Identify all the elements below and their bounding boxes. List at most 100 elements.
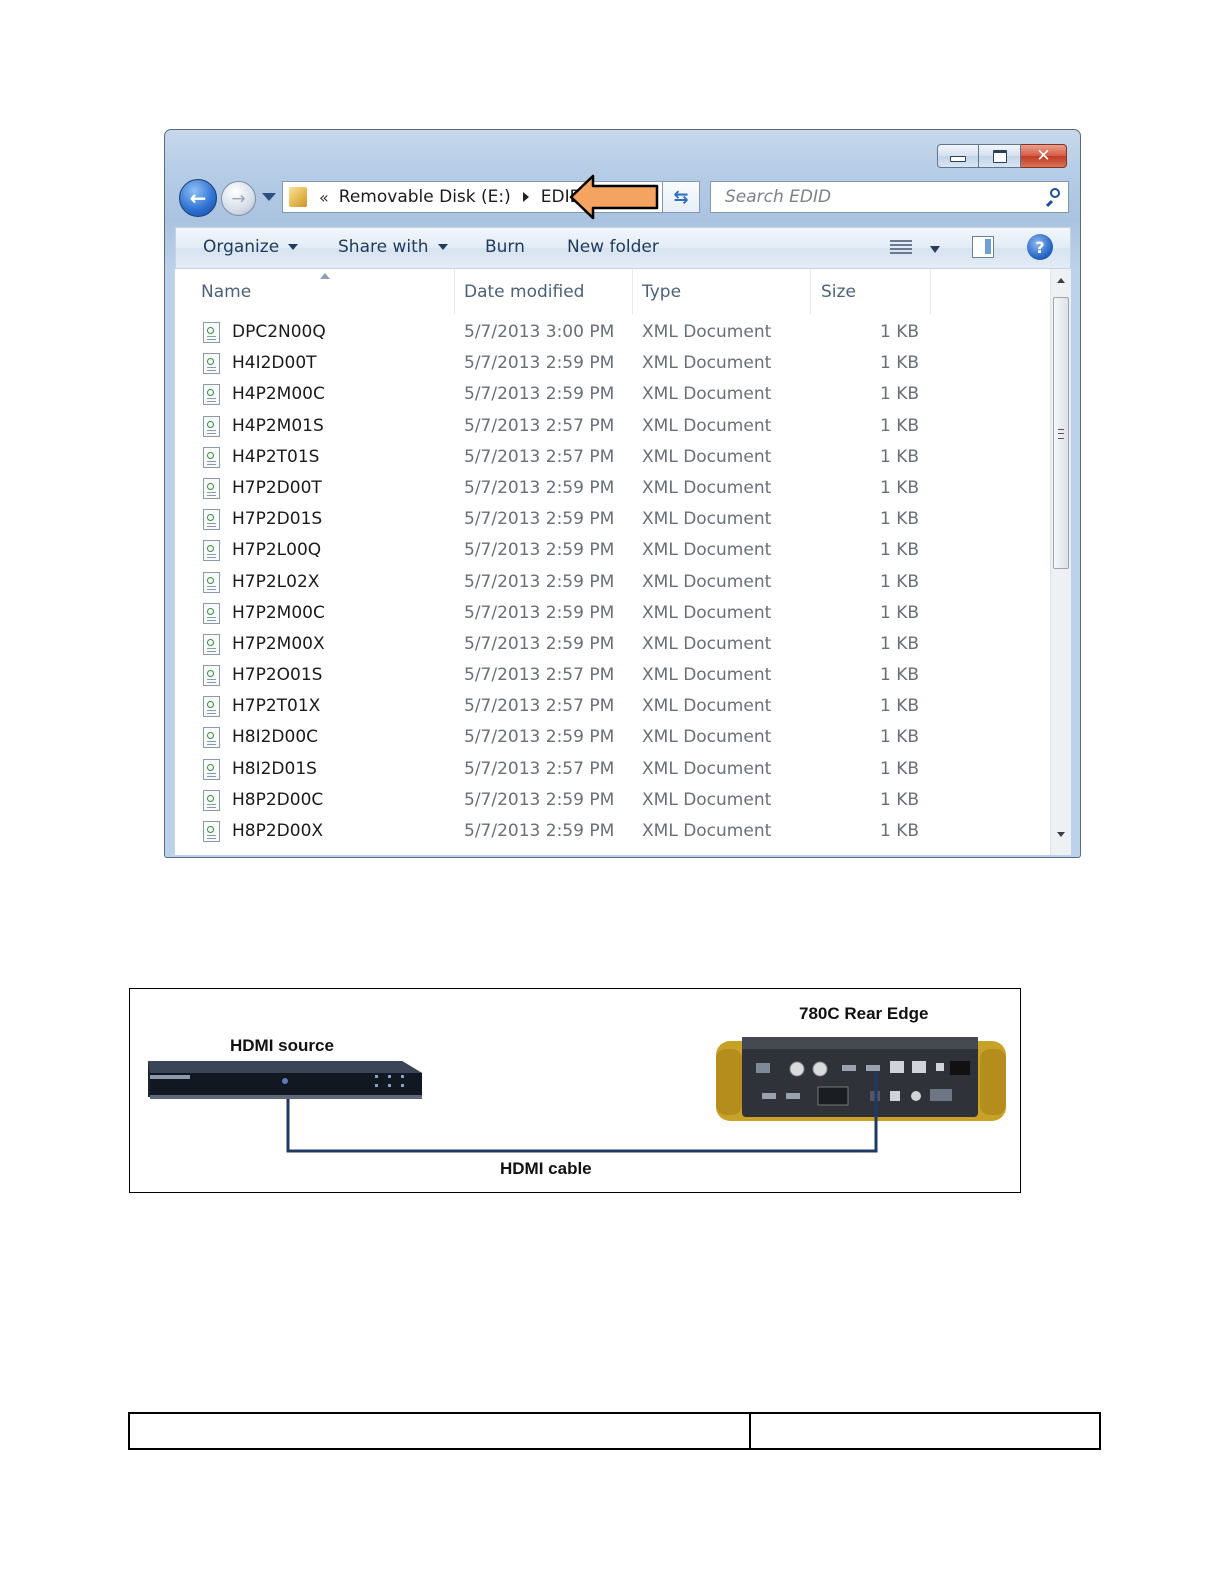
xml-file-icon — [203, 821, 220, 842]
file-name: H8P2D00X — [232, 821, 324, 841]
file-row[interactable]: H4P2M01S 5/7/2013 2:57 PM XML Document 1 KB — [175, 412, 1050, 443]
file-type: XML Document — [642, 384, 772, 405]
file-size: 1 KB — [879, 509, 919, 530]
search-icon[interactable] — [1045, 188, 1060, 208]
column-header-type[interactable]: Type — [633, 269, 811, 314]
file-date-modified: 5/7/2013 2:57 PM — [464, 415, 615, 436]
file-row[interactable]: H7P2T01X 5/7/2013 2:57 PM XML Document 1 KB — [175, 692, 1050, 723]
file-name: H4P2M01S — [232, 415, 324, 436]
file-name: H8P2D00C — [232, 789, 324, 810]
footer-table-cell-right — [751, 1414, 1099, 1448]
file-size: 1 KB — [879, 477, 919, 498]
explorer-window: ✕ ← → « Removable Disk (E:) EDID ⇆ Organ… — [164, 129, 1081, 858]
forward-button[interactable]: → — [221, 181, 256, 216]
scrollbar-thumb[interactable] — [1053, 297, 1069, 569]
xml-file-icon — [203, 509, 220, 531]
file-date-modified: 5/7/2013 2:59 PM — [464, 727, 615, 748]
file-type: XML Document — [642, 602, 772, 623]
new-folder-label: New folder — [567, 237, 659, 257]
bluray-player-image — [148, 1061, 422, 1099]
file-row[interactable]: H4I2D00T 5/7/2013 2:59 PM XML Document 1 KB — [175, 349, 1050, 380]
burn-button[interactable]: Burn — [485, 237, 525, 257]
scroll-up-icon[interactable] — [1057, 278, 1065, 283]
chevron-down-icon — [288, 244, 299, 250]
minimize-icon — [950, 156, 966, 162]
xml-file-icon — [203, 602, 220, 624]
share-with-label: Share with — [338, 237, 429, 257]
xml-file-icon — [203, 384, 220, 406]
file-name: H8I2D00C — [232, 727, 319, 748]
search-input[interactable] — [723, 186, 1027, 208]
window-caption-buttons: ✕ — [937, 144, 1067, 168]
file-row[interactable]: H8I2D00C 5/7/2013 2:59 PM XML Document 1 KB — [175, 723, 1050, 754]
organize-label: Organize — [203, 237, 280, 257]
file-row[interactable]: DPC2N00Q 5/7/2013 3:00 PM XML Document 1 KB — [175, 318, 1050, 349]
file-date-modified: 5/7/2013 2:59 PM — [464, 509, 615, 530]
recent-pages-dropdown[interactable] — [262, 193, 276, 201]
search-box[interactable] — [710, 181, 1069, 213]
file-type: XML Document — [642, 665, 772, 686]
column-size-label: Size — [821, 281, 856, 302]
vertical-scrollbar[interactable] — [1050, 269, 1071, 855]
column-header-date[interactable]: Date modified — [455, 269, 633, 314]
file-row[interactable]: H4P2M00C 5/7/2013 2:59 PM XML Document 1 KB — [175, 380, 1050, 411]
share-with-menu[interactable]: Share with — [338, 237, 448, 257]
maximize-button[interactable] — [979, 144, 1021, 168]
file-row[interactable]: H7P2D00T 5/7/2013 2:59 PM XML Document 1 KB — [175, 474, 1050, 505]
file-row[interactable]: H8P2D00X 5/7/2013 2:59 PM XML Document 1 KB — [175, 817, 1050, 848]
file-name: H7P2D01S — [232, 509, 323, 530]
xml-file-icon — [203, 477, 220, 499]
file-row[interactable]: H7P2O01S 5/7/2013 2:57 PM XML Document 1 KB — [175, 661, 1050, 692]
file-type: XML Document — [642, 446, 772, 467]
column-date-label: Date modified — [464, 281, 585, 302]
minimize-button[interactable] — [937, 144, 979, 168]
file-size: 1 KB — [879, 727, 919, 748]
file-size: 1 KB — [879, 446, 919, 467]
file-row[interactable]: H7P2D01S 5/7/2013 2:59 PM XML Document 1 KB — [175, 505, 1050, 536]
file-size: 1 KB — [879, 353, 919, 374]
burn-label: Burn — [485, 237, 525, 257]
scroll-down-icon[interactable] — [1057, 832, 1065, 837]
file-type: XML Document — [642, 633, 772, 654]
file-type: XML Document — [642, 415, 772, 436]
command-bar: Organize Share with Burn New folder ? — [175, 227, 1071, 269]
file-size: 1 KB — [879, 540, 919, 561]
file-type: XML Document — [642, 727, 772, 748]
xml-file-icon — [203, 696, 220, 718]
organize-menu[interactable]: Organize — [203, 237, 299, 257]
file-row[interactable]: H4P2T01S 5/7/2013 2:57 PM XML Document 1 KB — [175, 443, 1050, 474]
file-row[interactable]: H7P2L02X 5/7/2013 2:59 PM XML Document 1 KB — [175, 568, 1050, 599]
column-header-row: Name Date modified Type Size — [175, 269, 1050, 314]
column-type-label: Type — [642, 281, 682, 302]
file-type: XML Document — [642, 789, 772, 810]
file-row[interactable]: H8P2D00C 5/7/2013 2:59 PM XML Document 1 KB — [175, 786, 1050, 817]
diagram-graphics — [148, 1037, 1006, 1153]
file-row[interactable]: H7P2M00C 5/7/2013 2:59 PM XML Document 1 KB — [175, 599, 1050, 630]
xml-file-icon — [203, 789, 220, 811]
breadcrumb-separator-icon[interactable] — [522, 192, 529, 202]
connection-diagram: HDMI source 780C Rear Edge HDMI cable — [129, 988, 1021, 1193]
column-header-size[interactable]: Size — [811, 269, 931, 314]
column-header-name[interactable]: Name — [175, 269, 455, 314]
file-date-modified: 5/7/2013 2:57 PM — [464, 696, 615, 717]
preview-pane-icon[interactable] — [972, 236, 994, 258]
file-date-modified: 5/7/2013 2:59 PM — [464, 602, 615, 623]
file-row[interactable]: H7P2L00Q 5/7/2013 2:59 PM XML Document 1 KB — [175, 536, 1050, 567]
back-button[interactable]: ← — [179, 179, 217, 217]
refresh-button[interactable]: ⇆ — [662, 181, 700, 213]
change-view-icon[interactable] — [890, 238, 912, 256]
close-button[interactable]: ✕ — [1021, 144, 1067, 168]
file-row[interactable]: H7P2M00X 5/7/2013 2:59 PM XML Document 1 KB — [175, 630, 1050, 661]
file-size: 1 KB — [879, 571, 919, 592]
new-folder-button[interactable]: New folder — [567, 237, 659, 257]
footer-table — [128, 1412, 1101, 1450]
breadcrumb-overflow[interactable]: « — [319, 188, 329, 207]
file-name: H7P2M00C — [232, 602, 325, 623]
breadcrumb-drive[interactable]: Removable Disk (E:) — [339, 187, 511, 207]
help-icon[interactable]: ? — [1027, 234, 1053, 260]
file-size: 1 KB — [879, 789, 919, 810]
file-row[interactable]: H8I2D01S 5/7/2013 2:57 PM XML Document 1 KB — [175, 755, 1050, 786]
file-name: H8I2D01S — [232, 758, 317, 779]
file-type: XML Document — [642, 477, 772, 498]
view-options-dropdown[interactable] — [930, 246, 940, 253]
